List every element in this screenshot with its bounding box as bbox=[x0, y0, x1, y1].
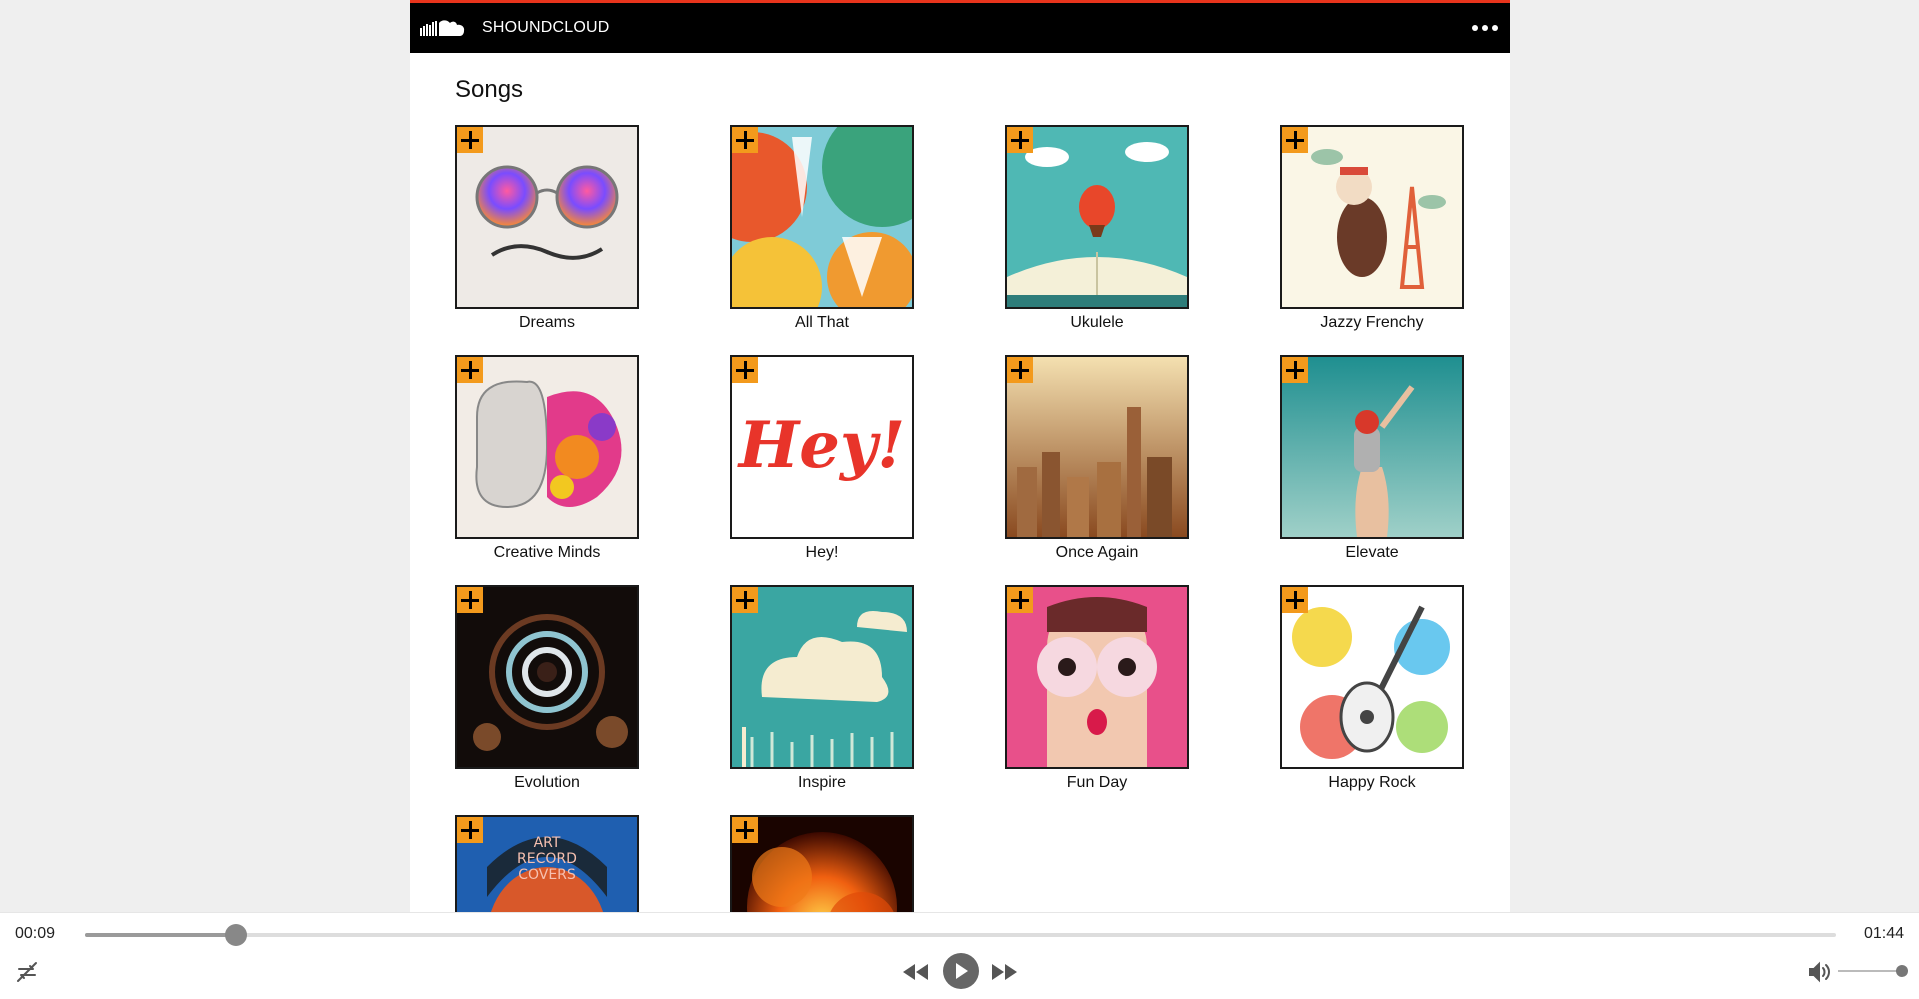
plus-icon[interactable] bbox=[732, 817, 758, 843]
plus-icon[interactable] bbox=[1007, 127, 1033, 153]
song-title: Inspire bbox=[797, 774, 847, 791]
app-panel: SHOUNDCLOUD Songs Dreams All That Ukulele J… bbox=[410, 0, 1510, 912]
song-tile[interactable]: Fun Day bbox=[1005, 585, 1189, 793]
songs-grid: Dreams All That Ukulele Jazzy Frenchy Creati… bbox=[455, 125, 1467, 912]
song-cover[interactable] bbox=[455, 355, 639, 539]
song-cover[interactable] bbox=[730, 815, 914, 912]
song-tile[interactable]: Hey! Hey! bbox=[730, 355, 914, 563]
song-title: Hey! bbox=[805, 544, 839, 561]
plus-icon[interactable] bbox=[1007, 587, 1033, 613]
svg-text:ART: ART bbox=[534, 835, 561, 851]
svg-text:RECORD: RECORD bbox=[517, 851, 577, 867]
current-time: 00:09 bbox=[15, 925, 56, 942]
progress-slider[interactable] bbox=[85, 924, 1836, 946]
plus-icon[interactable] bbox=[457, 357, 483, 383]
cover-art: Hey! bbox=[732, 357, 912, 537]
svg-text:Hey!: Hey! bbox=[737, 408, 905, 483]
song-tile[interactable]: Evolution bbox=[455, 585, 639, 793]
cover-art bbox=[457, 587, 637, 767]
song-cover[interactable] bbox=[1280, 585, 1464, 769]
play-icon bbox=[953, 962, 969, 980]
fast-forward-icon bbox=[991, 962, 1019, 982]
song-cover[interactable]: Hey! bbox=[730, 355, 914, 539]
top-bar: SHOUNDCLOUD bbox=[410, 0, 1510, 53]
song-tile[interactable]: Ukulele bbox=[1005, 125, 1189, 333]
progress-thumb[interactable] bbox=[225, 924, 248, 946]
song-cover[interactable]: ART RECORD COVERS bbox=[455, 815, 639, 912]
song-tile[interactable]: Happy Rock bbox=[1280, 585, 1464, 793]
song-title: Once Again bbox=[1055, 544, 1139, 561]
plus-icon[interactable] bbox=[1007, 357, 1033, 383]
song-tile[interactable]: Inspire bbox=[730, 585, 914, 793]
song-cover[interactable] bbox=[1005, 125, 1189, 309]
song-cover[interactable] bbox=[1005, 355, 1189, 539]
cover-art bbox=[1282, 587, 1462, 767]
repeat-icon bbox=[15, 960, 39, 984]
plus-icon[interactable] bbox=[732, 587, 758, 613]
plus-icon[interactable] bbox=[1282, 357, 1308, 383]
progress-fill bbox=[85, 933, 237, 937]
song-tile[interactable] bbox=[730, 815, 914, 912]
plus-icon[interactable] bbox=[457, 127, 483, 153]
plus-icon[interactable] bbox=[732, 357, 758, 383]
cover-art bbox=[457, 357, 637, 537]
song-tile[interactable]: Jazzy Frenchy bbox=[1280, 125, 1464, 333]
plus-icon[interactable] bbox=[457, 817, 483, 843]
song-title: Happy Rock bbox=[1328, 774, 1416, 791]
song-title: Ukulele bbox=[1070, 314, 1124, 331]
cover-art bbox=[1007, 587, 1187, 767]
song-title: Evolution bbox=[514, 774, 580, 791]
player-bar: 00:09 01:44 bbox=[0, 912, 1919, 999]
cover-art bbox=[732, 817, 912, 912]
song-cover[interactable] bbox=[1280, 355, 1464, 539]
cover-art bbox=[457, 127, 637, 307]
song-tile[interactable]: Dreams bbox=[455, 125, 639, 333]
cover-art bbox=[1007, 357, 1187, 537]
song-title: Jazzy Frenchy bbox=[1320, 314, 1424, 331]
song-cover[interactable] bbox=[1005, 585, 1189, 769]
cover-art bbox=[732, 127, 912, 307]
repeat-button[interactable] bbox=[14, 959, 40, 985]
svg-text:COVERS: COVERS bbox=[518, 867, 576, 883]
song-tile[interactable]: All That bbox=[730, 125, 914, 333]
song-tile[interactable]: Elevate bbox=[1280, 355, 1464, 563]
section-title: Songs bbox=[455, 76, 524, 103]
song-title: Creative Minds bbox=[493, 544, 601, 561]
cover-art bbox=[1282, 357, 1462, 537]
cover-art bbox=[732, 587, 912, 767]
volume-button[interactable] bbox=[1806, 960, 1832, 984]
song-cover[interactable] bbox=[730, 125, 914, 309]
song-cover[interactable] bbox=[455, 125, 639, 309]
cover-art bbox=[1007, 127, 1187, 307]
more-dots-icon[interactable] bbox=[1470, 19, 1500, 37]
plus-icon[interactable] bbox=[1282, 587, 1308, 613]
song-tile[interactable]: ART RECORD COVERS bbox=[455, 815, 639, 912]
play-button[interactable] bbox=[943, 953, 979, 989]
cover-art: ARTRECORDCOVERS bbox=[457, 817, 637, 912]
plus-icon[interactable] bbox=[732, 127, 758, 153]
volume-thumb[interactable] bbox=[1896, 965, 1908, 977]
song-cover[interactable] bbox=[730, 585, 914, 769]
plus-icon[interactable] bbox=[1282, 127, 1308, 153]
song-cover[interactable] bbox=[455, 585, 639, 769]
fast-forward-button[interactable] bbox=[990, 959, 1020, 985]
rewind-button[interactable] bbox=[900, 959, 930, 985]
brand-name: SHOUNDCLOUD bbox=[482, 19, 610, 36]
song-title: All That bbox=[795, 314, 849, 331]
brand-logo[interactable]: SHOUNDCLOUD bbox=[420, 18, 610, 38]
song-tile[interactable]: Once Again bbox=[1005, 355, 1189, 563]
volume-icon bbox=[1807, 961, 1831, 983]
song-cover[interactable] bbox=[1280, 125, 1464, 309]
song-title: Elevate bbox=[1345, 544, 1399, 561]
cloud-logo-icon bbox=[420, 18, 472, 38]
song-title: Fun Day bbox=[1066, 774, 1128, 791]
duration-time: 01:44 bbox=[1863, 925, 1904, 942]
volume-slider[interactable] bbox=[1838, 965, 1908, 977]
cover-art bbox=[1282, 127, 1462, 307]
rewind-icon bbox=[901, 962, 929, 982]
plus-icon[interactable] bbox=[457, 587, 483, 613]
song-tile[interactable]: Creative Minds bbox=[455, 355, 639, 563]
song-title: Dreams bbox=[518, 314, 575, 331]
